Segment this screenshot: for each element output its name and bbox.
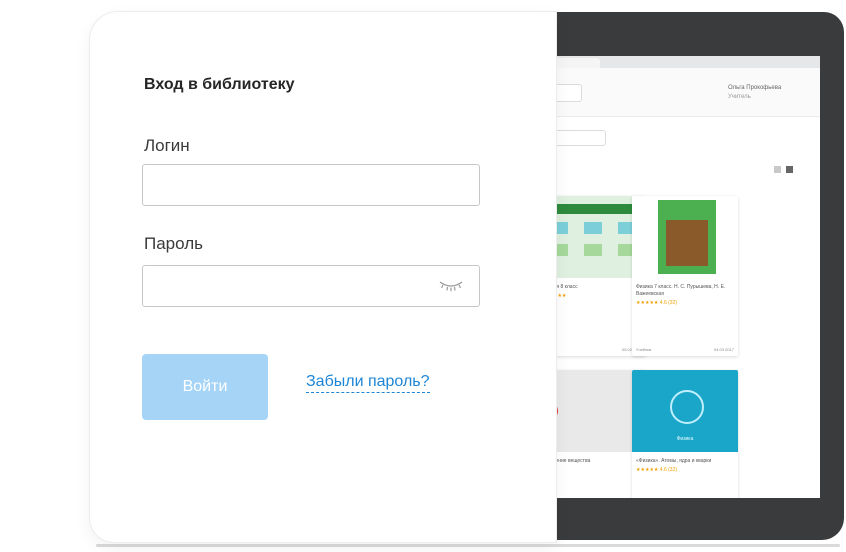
browser-tabbar bbox=[520, 56, 820, 68]
cover-label: Физика bbox=[676, 436, 694, 442]
user-info: Ольга Прокофьева Учитель bbox=[728, 84, 818, 102]
book-source: Учебник bbox=[636, 347, 652, 352]
divider bbox=[96, 544, 840, 547]
laptop-screen: Ольга Прокофьева Учитель Химия 8 класс ★… bbox=[520, 56, 820, 498]
atom-icon bbox=[670, 390, 704, 424]
book-date: 04.03.2017 bbox=[713, 347, 734, 352]
book-rating: ★★★★★ 4.6 (32) bbox=[636, 300, 678, 306]
login-card: Вход в библиотеку Логин Пароль Войти Заб… bbox=[90, 12, 556, 542]
book-rating: ★★★★★ 4.6 (32) bbox=[636, 467, 678, 473]
user-name: Ольга Прокофьева bbox=[728, 85, 782, 91]
user-role: Учитель bbox=[728, 94, 751, 100]
book-cover bbox=[632, 196, 738, 278]
forgot-password-link[interactable]: Забыли пароль? bbox=[306, 372, 430, 393]
book-cover: Физика bbox=[632, 370, 738, 452]
hide-password-icon[interactable] bbox=[438, 276, 464, 294]
password-label: Пароль bbox=[144, 234, 203, 253]
book-title: Физика 7 класс. Н. С. Пурышева, Н. Е. Ва… bbox=[636, 284, 726, 297]
book-title: «Физика». Атомы, ядра и кварки bbox=[636, 458, 712, 464]
list-view-icon bbox=[774, 166, 781, 173]
book-card: Физика 7 класс. Н. С. Пурышева, Н. Е. Ва… bbox=[632, 196, 738, 356]
page-title: Вход в библиотеку bbox=[144, 76, 295, 93]
login-button[interactable]: Войти bbox=[142, 354, 268, 420]
book-card: Физика «Физика». Атомы, ядра и кварки ★★… bbox=[632, 370, 738, 498]
login-label: Логин bbox=[144, 136, 190, 155]
login-field[interactable] bbox=[142, 164, 480, 206]
grid-view-icon bbox=[786, 166, 793, 173]
password-field[interactable] bbox=[142, 265, 480, 307]
